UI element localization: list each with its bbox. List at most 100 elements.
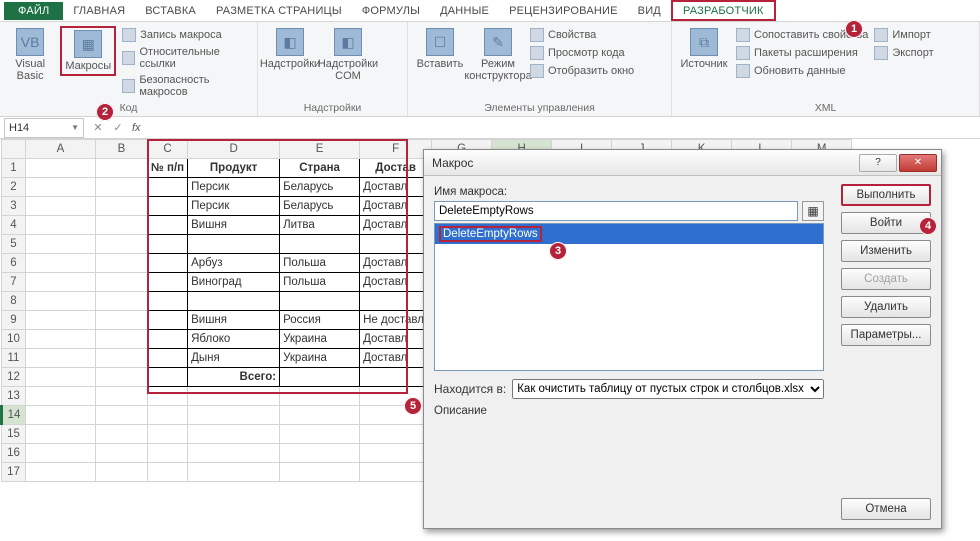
cell[interactable] [148,235,188,254]
xml-ext[interactable]: Пакеты расширения [736,44,868,62]
cell[interactable] [26,254,96,273]
cell[interactable]: Продукт [188,159,280,178]
cell[interactable] [96,159,148,178]
ctrl-props[interactable]: Свойства [530,26,634,44]
col-E[interactable]: E [280,140,360,159]
cell[interactable] [26,292,96,311]
name-box[interactable]: H14▼ [4,118,84,138]
cell[interactable]: Доставл [360,197,432,216]
cell[interactable] [26,311,96,330]
tab-insert[interactable]: ВСТАВКА [135,2,206,19]
cell[interactable]: Достав [360,159,432,178]
cell[interactable] [148,197,188,216]
fx-icon[interactable]: fx [128,122,145,134]
cell[interactable]: Страна [280,159,360,178]
row-17[interactable]: 17 [2,463,26,482]
cell[interactable] [188,235,280,254]
xml-export[interactable]: Экспорт [874,44,933,62]
cell[interactable] [188,444,280,463]
cell[interactable]: Доставл [360,273,432,292]
cell[interactable]: Персик [188,197,280,216]
cell[interactable] [96,178,148,197]
cell[interactable]: Доставл [360,178,432,197]
cell[interactable] [188,406,280,425]
row-4[interactable]: 4 [2,216,26,235]
cell[interactable] [96,444,148,463]
cell[interactable] [148,425,188,444]
cell[interactable]: Беларусь [280,178,360,197]
cell[interactable] [280,292,360,311]
cell[interactable] [280,444,360,463]
col-C[interactable]: C [148,140,188,159]
xml-refresh[interactable]: Обновить данные [736,62,868,80]
macros-button[interactable]: ▦Макросы [62,28,114,74]
cell[interactable] [360,368,432,387]
row-6[interactable]: 6 [2,254,26,273]
xml-import[interactable]: Импорт [874,26,933,44]
row-8[interactable]: 8 [2,292,26,311]
cell[interactable] [280,406,360,425]
row-3[interactable]: 3 [2,197,26,216]
col-B[interactable]: B [96,140,148,159]
col-A[interactable]: A [26,140,96,159]
cell[interactable] [148,216,188,235]
cell[interactable] [360,235,432,254]
enter-formula-icon[interactable]: ✓ [108,121,128,134]
location-select[interactable]: Как очистить таблицу от пустых строк и с… [512,379,824,399]
cell[interactable] [188,425,280,444]
cell[interactable]: Украина [280,349,360,368]
cell[interactable] [26,425,96,444]
tab-formulas[interactable]: ФОРМУЛЫ [352,2,430,19]
delete-button[interactable]: Удалить [841,296,931,318]
cell[interactable]: Дыня [188,349,280,368]
cell[interactable]: Доставл [360,254,432,273]
cell[interactable] [96,235,148,254]
cell[interactable] [148,254,188,273]
cell[interactable] [280,368,360,387]
cell[interactable]: Доставл [360,349,432,368]
record-macro[interactable]: Запись макроса [122,26,251,44]
cell[interactable] [280,463,360,482]
cell[interactable] [96,197,148,216]
tab-layout[interactable]: РАЗМЕТКА СТРАНИЦЫ [206,2,352,19]
create-button[interactable]: Создать [841,268,931,290]
cell[interactable] [148,311,188,330]
cell[interactable]: Беларусь [280,197,360,216]
cell[interactable] [96,216,148,235]
cell[interactable] [280,425,360,444]
macro-name-input[interactable] [434,201,798,221]
cell[interactable] [360,425,432,444]
row-11[interactable]: 11 [2,349,26,368]
row-5[interactable]: 5 [2,235,26,254]
design-mode-button[interactable]: ✎Режим конструктора [472,26,524,84]
namebox-dd-icon[interactable]: ▼ [71,123,79,132]
tab-file[interactable]: ФАЙЛ [4,2,63,20]
tab-data[interactable]: ДАННЫЕ [430,2,499,19]
cell[interactable] [96,254,148,273]
cell[interactable] [26,197,96,216]
cell[interactable] [360,292,432,311]
cell[interactable] [280,387,360,406]
macro-list[interactable]: DeleteEmptyRows [434,223,824,371]
col-D[interactable]: D [188,140,280,159]
cell[interactable] [26,463,96,482]
cell[interactable]: Не доставл [360,311,432,330]
cell[interactable]: Всего: [188,368,280,387]
cell[interactable] [188,292,280,311]
macro-list-item[interactable]: DeleteEmptyRows [435,224,823,244]
cell[interactable]: Вишня [188,311,280,330]
cell[interactable] [26,159,96,178]
cell[interactable] [26,406,96,425]
row-15[interactable]: 15 [2,425,26,444]
addins-button[interactable]: ◧Надстройки [264,26,316,72]
tab-developer[interactable]: РАЗРАБОТЧИК [671,0,776,21]
dialog-titlebar[interactable]: Макрос ? ✕ [424,150,941,176]
cell[interactable] [96,273,148,292]
row-7[interactable]: 7 [2,273,26,292]
edit-button[interactable]: Изменить [841,240,931,262]
vb-button[interactable]: VBVisual Basic [6,26,54,84]
row-2[interactable]: 2 [2,178,26,197]
cell[interactable] [96,463,148,482]
cell[interactable]: Персик [188,178,280,197]
cell[interactable] [96,330,148,349]
